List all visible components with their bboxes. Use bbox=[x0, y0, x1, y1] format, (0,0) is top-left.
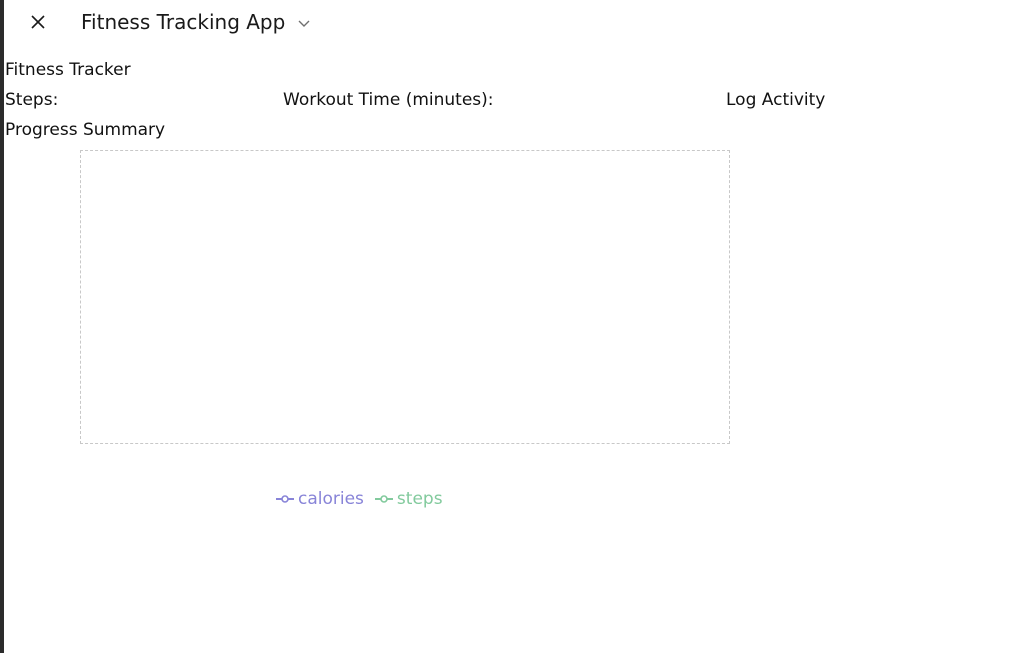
legend-label-calories: calories bbox=[298, 489, 364, 509]
chart-canvas bbox=[81, 151, 729, 443]
log-activity-button[interactable]: Log Activity bbox=[726, 89, 825, 111]
legend-item-calories[interactable]: calories bbox=[276, 487, 364, 511]
legend-item-steps[interactable]: steps bbox=[374, 487, 443, 511]
app-window: Fitness Tracking App Fitness Tracker Ste… bbox=[0, 0, 1017, 653]
legend-label-steps: steps bbox=[396, 489, 443, 509]
close-button[interactable] bbox=[26, 8, 50, 36]
chevron-down-icon[interactable] bbox=[296, 15, 312, 31]
steps-label: Steps: bbox=[5, 90, 59, 110]
progress-chart bbox=[80, 150, 730, 444]
chart-legend: calories steps bbox=[276, 487, 454, 511]
page-heading: Fitness Tracker bbox=[5, 60, 131, 80]
progress-summary-heading: Progress Summary bbox=[5, 120, 166, 140]
steps-input[interactable] bbox=[66, 88, 266, 112]
line-marker-icon bbox=[374, 495, 393, 503]
line-marker-icon bbox=[276, 495, 294, 503]
close-icon bbox=[31, 15, 45, 29]
title-bar: Fitness Tracking App bbox=[4, 0, 1017, 44]
workout-time-input[interactable] bbox=[509, 88, 709, 112]
workout-time-label: Workout Time (minutes): bbox=[283, 90, 494, 110]
app-title: Fitness Tracking App bbox=[81, 10, 286, 34]
